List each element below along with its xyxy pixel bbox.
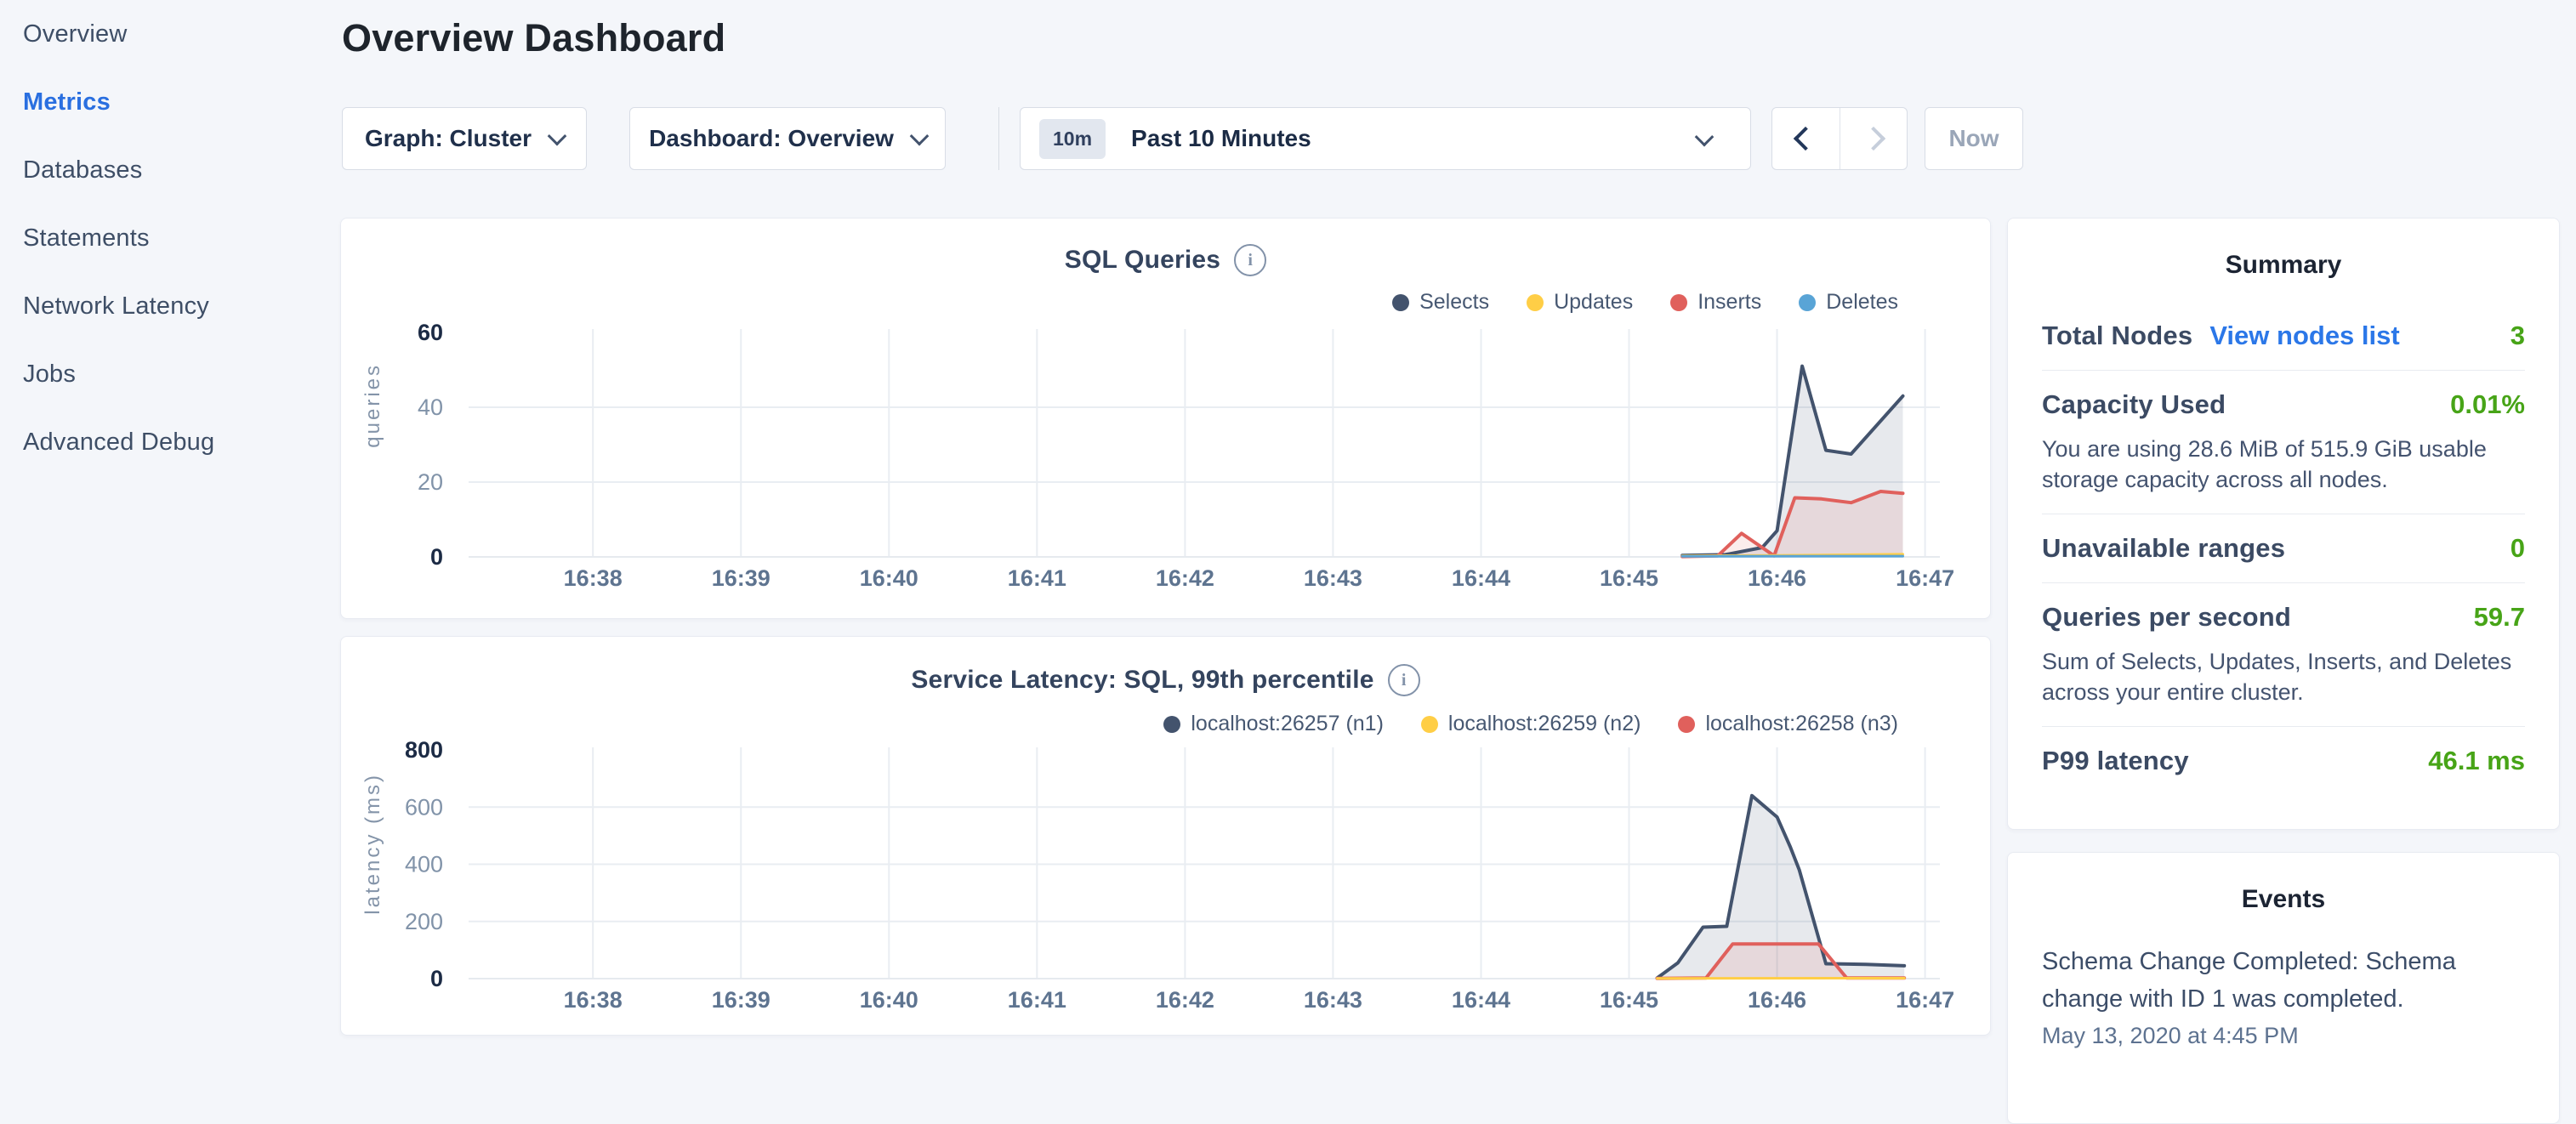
summary-row-label: P99 latency: [2042, 746, 2189, 776]
controls-bar: Graph: Cluster Dashboard: Overview 10m P…: [342, 107, 2560, 170]
sidebar-item-databases[interactable]: Databases: [23, 136, 340, 204]
sidebar-item-advanced-debug[interactable]: Advanced Debug: [23, 408, 340, 476]
page-title: Overview Dashboard: [342, 14, 2560, 63]
x-axis-tick-label: 16:45: [1600, 565, 1658, 591]
view-nodes-list-link[interactable]: View nodes list: [2209, 321, 2399, 351]
y-axis-tick-label: 60: [418, 320, 443, 345]
chevron-right-icon: [1862, 127, 1885, 150]
events-panel: Events Schema Change Completed: Schema c…: [2007, 852, 2560, 1124]
y-axis-tick-label: 0: [430, 544, 443, 570]
summary-row-p99-latency: P99 latency 46.1 ms: [2042, 727, 2525, 795]
sidebar: Overview Metrics Databases Statements Ne…: [0, 0, 340, 1051]
now-button[interactable]: Now: [1925, 107, 2023, 170]
y-axis-tick-label: 0: [430, 966, 443, 991]
summary-row-description: You are using 28.6 MiB of 515.9 GiB usab…: [2042, 434, 2525, 495]
x-axis-tick-label: 16:41: [1008, 565, 1066, 591]
summary-row-value: 0: [2511, 533, 2525, 564]
charts-column: SQL Queries i SelectsUpdatesInsertsDelet…: [340, 218, 1991, 1124]
x-axis-tick-label: 16:38: [564, 565, 623, 591]
y-axis-tick-label: 20: [418, 469, 443, 495]
summary-panel: Summary Total Nodes View nodes list 3: [2007, 218, 2560, 830]
dashboard-body: SQL Queries i SelectsUpdatesInsertsDelet…: [340, 218, 2560, 1124]
summary-row-label: Unavailable ranges: [2042, 533, 2285, 564]
x-axis-tick-label: 16:46: [1748, 565, 1806, 591]
service-latency-chart-card: Service Latency: SQL, 99th percentile i …: [340, 636, 1991, 1036]
summary-row-queries-per-second: Queries per second 59.7 Sum of Selects, …: [2042, 583, 2525, 727]
dashboard-dropdown[interactable]: Dashboard: Overview: [629, 107, 946, 170]
chevron-left-icon: [1794, 127, 1817, 150]
controls-divider: [998, 107, 999, 170]
x-axis-tick-label: 16:39: [712, 565, 771, 591]
time-step-buttons: [1771, 107, 1908, 170]
x-axis-tick-label: 16:40: [860, 565, 918, 591]
y-axis-tick-label: 400: [405, 852, 443, 877]
sidebar-item-network-latency[interactable]: Network Latency: [23, 272, 340, 340]
summary-row-unavailable-ranges: Unavailable ranges 0: [2042, 514, 2525, 583]
time-step-forward-button[interactable]: [1840, 108, 1908, 169]
chevron-down-icon: [548, 127, 567, 146]
sql-queries-chart-card: SQL Queries i SelectsUpdatesInsertsDelet…: [340, 218, 1991, 619]
summary-row-capacity-used: Capacity Used 0.01% You are using 28.6 M…: [2042, 371, 2525, 514]
x-axis-tick-label: 16:44: [1452, 565, 1510, 591]
chart-plot: 0 200 400 600 800 16:38 16:39 16:40 16:41 16:42 16…: [341, 637, 1990, 1035]
x-axis-tick-label: 16:40: [860, 987, 918, 1013]
right-column: Summary Total Nodes View nodes list 3: [2007, 218, 2560, 1124]
x-axis-tick-label: 16:41: [1008, 987, 1066, 1013]
x-axis-tick-label: 16:47: [1896, 565, 1954, 591]
x-axis-tick-label: 16:39: [712, 987, 771, 1013]
y-axis-tick-label: 200: [405, 909, 443, 934]
x-axis-tick-label: 16:42: [1156, 565, 1214, 591]
summary-row-value: 46.1 ms: [2428, 746, 2525, 776]
time-range-selector[interactable]: 10m Past 10 Minutes: [1020, 107, 1751, 170]
x-axis-tick-label: 16:43: [1304, 565, 1362, 591]
y-axis-tick-label: 40: [418, 395, 443, 420]
event-timestamp: May 13, 2020 at 4:45 PM: [2042, 1023, 2525, 1049]
x-axis-tick-label: 16:44: [1452, 987, 1510, 1013]
summary-row-description: Sum of Selects, Updates, Inserts, and De…: [2042, 646, 2525, 707]
sidebar-item-statements[interactable]: Statements: [23, 204, 340, 272]
x-axis-tick-label: 16:45: [1600, 987, 1658, 1013]
app-root: Overview Metrics Databases Statements Ne…: [0, 0, 2576, 1051]
graph-scope-label: Graph: Cluster: [365, 125, 532, 152]
events-title: Events: [2042, 853, 2525, 936]
summary-row-value: 0.01%: [2450, 389, 2525, 420]
x-axis-tick-label: 16:38: [564, 987, 623, 1013]
graph-scope-dropdown[interactable]: Graph: Cluster: [342, 107, 587, 170]
summary-row-label: Capacity Used: [2042, 389, 2226, 420]
summary-title: Summary: [2042, 219, 2525, 302]
x-axis-tick-label: 16:43: [1304, 987, 1362, 1013]
event-list-item[interactable]: Schema Change Completed: Schema change w…: [2042, 943, 2525, 1049]
y-axis-tick-label: 800: [405, 737, 443, 763]
summary-row-label: Queries per second: [2042, 602, 2291, 633]
summary-row-value: 3: [2511, 321, 2525, 351]
chevron-down-icon: [1695, 128, 1714, 147]
x-axis-tick-label: 16:47: [1896, 987, 1954, 1013]
time-range-badge: 10m: [1039, 119, 1106, 159]
sidebar-item-overview[interactable]: Overview: [23, 0, 340, 68]
x-axis-tick-label: 16:46: [1748, 987, 1806, 1013]
chevron-down-icon: [910, 127, 930, 146]
summary-row-value: 59.7: [2474, 602, 2525, 633]
time-range-label: Past 10 Minutes: [1131, 125, 1311, 152]
summary-row-total-nodes: Total Nodes View nodes list 3: [2042, 302, 2525, 371]
time-step-back-button[interactable]: [1772, 108, 1840, 169]
y-axis-tick-label: 600: [405, 794, 443, 820]
dashboard-label: Dashboard: Overview: [649, 125, 894, 152]
event-message: Schema Change Completed: Schema change w…: [2042, 943, 2525, 1018]
main-content: Overview Dashboard Graph: Cluster Dashbo…: [340, 0, 2576, 1051]
summary-row-label: Total Nodes: [2042, 321, 2192, 351]
chart-plot: 0 20 40 60 16:38 16:39 16:40 16:41 16:42 16:43 16:…: [341, 219, 1990, 618]
sidebar-item-jobs[interactable]: Jobs: [23, 340, 340, 408]
sidebar-item-metrics[interactable]: Metrics: [23, 68, 340, 136]
x-axis-tick-label: 16:42: [1156, 987, 1214, 1013]
